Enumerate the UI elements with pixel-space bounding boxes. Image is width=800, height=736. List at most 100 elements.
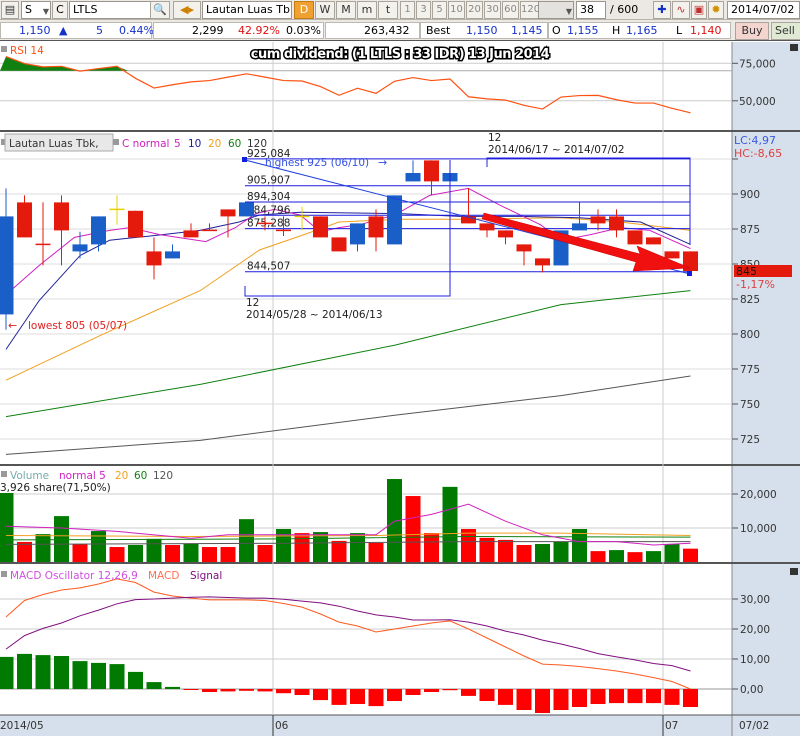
range2-dates: 2014/06/17 ~ 2014/07/02 bbox=[488, 144, 625, 156]
candle-body bbox=[368, 216, 384, 238]
candle-body bbox=[313, 216, 328, 238]
volume-bar bbox=[609, 550, 624, 562]
volume-axis-label: 20,000 bbox=[740, 489, 777, 501]
macd-oscillator-bar bbox=[165, 686, 180, 689]
candle-body bbox=[17, 202, 32, 238]
candle-body bbox=[479, 223, 495, 231]
candle-body bbox=[239, 202, 254, 217]
volume-bar bbox=[128, 545, 143, 562]
rsi-axis-label: 50,000 bbox=[739, 96, 776, 108]
panel-handle-icon[interactable] bbox=[1, 46, 7, 52]
candle-body bbox=[572, 223, 587, 231]
close-panel-icon[interactable] bbox=[790, 568, 798, 575]
dividend-banner: cum dividend: (1 LTLS : 33 IDR) 13 Jun 2… bbox=[251, 47, 550, 62]
price-axis-label: 825 bbox=[740, 294, 760, 306]
macd-oscillator-bar bbox=[646, 689, 661, 704]
price-axis-label: 900 bbox=[740, 189, 760, 201]
macd-oscillator-bar bbox=[405, 689, 421, 695]
volume-bar bbox=[331, 540, 347, 562]
macd-oscillator-bar bbox=[220, 689, 236, 692]
volume-label: Volume bbox=[10, 470, 49, 482]
macd-oscillator-bar bbox=[683, 689, 698, 707]
range2-count: 12 bbox=[488, 132, 501, 144]
volume-bar bbox=[54, 516, 69, 562]
legend-ma5: 5 bbox=[174, 138, 181, 150]
macd-oscillator-bar bbox=[516, 689, 532, 710]
volume-bar bbox=[368, 542, 384, 562]
macd-oscillator-bar bbox=[276, 689, 291, 694]
company-legend: Lautan Luas Tbk, bbox=[9, 138, 99, 150]
panel-handle-icon[interactable] bbox=[113, 139, 119, 145]
date-label-jul: 07 bbox=[665, 720, 678, 732]
macd-oscillator-bar bbox=[17, 653, 32, 689]
volume-bar bbox=[276, 529, 291, 562]
macd-oscillator-bar bbox=[350, 689, 365, 704]
volume-bar bbox=[202, 547, 217, 562]
date-label-jun: 06 bbox=[275, 720, 289, 732]
macd-oscillator-bar bbox=[202, 689, 217, 692]
legend-ma5-type: C normal bbox=[122, 138, 169, 150]
macd-oscillator-bar bbox=[387, 689, 402, 701]
candle-body bbox=[54, 202, 69, 231]
candle-body bbox=[405, 173, 421, 182]
macd-axis-label: 10,00 bbox=[740, 654, 770, 666]
trend-handle-start[interactable] bbox=[242, 157, 247, 162]
range1-count: 12 bbox=[246, 297, 259, 309]
candle-body bbox=[350, 223, 365, 245]
macd-label: MACD bbox=[148, 570, 179, 582]
volume-ma20: 20 bbox=[115, 470, 128, 482]
macd-oscillator-bar bbox=[461, 689, 476, 696]
volume-bar bbox=[0, 492, 14, 562]
volume-bar bbox=[239, 519, 254, 562]
macd-axis-label: 30,00 bbox=[740, 594, 770, 606]
macd-oscillator-bar bbox=[0, 656, 14, 689]
candle-body bbox=[646, 237, 661, 245]
macd-oscillator-bar bbox=[590, 689, 606, 704]
volume-bar bbox=[683, 548, 698, 562]
macd-oscillator-bar bbox=[91, 662, 106, 689]
volume-bar bbox=[498, 539, 513, 562]
volume-bar bbox=[220, 547, 236, 562]
candle-body bbox=[609, 216, 624, 231]
chart-area[interactable]: 75,00050,00090087585082580077575072520,0… bbox=[0, 0, 800, 736]
price-axis-label: 875 bbox=[740, 224, 760, 236]
macd-oscillator-bar bbox=[498, 689, 513, 705]
volume-bar bbox=[405, 496, 421, 562]
volume-ma120: 120 bbox=[153, 470, 173, 482]
candle-body bbox=[331, 237, 347, 252]
volume-bar bbox=[165, 545, 180, 562]
volume-bar bbox=[72, 543, 88, 562]
volume-bar bbox=[257, 545, 273, 562]
volume-ma60: 60 bbox=[134, 470, 147, 482]
price-axis-label: 750 bbox=[740, 399, 760, 411]
candle-body bbox=[424, 160, 439, 182]
candle-body bbox=[183, 230, 199, 238]
macd-legend: MACD Oscillator 12,26,9 MACD Signal bbox=[1, 570, 222, 582]
volume-bar bbox=[627, 552, 643, 562]
volume-bar bbox=[183, 543, 199, 562]
rsi-label: RSI 14 bbox=[10, 45, 44, 57]
volume-bar bbox=[35, 534, 51, 562]
panel-handle-icon[interactable] bbox=[1, 471, 7, 477]
signal-label: Signal bbox=[190, 570, 222, 582]
date-axis-background bbox=[0, 715, 800, 736]
macd-oscillator-bar bbox=[535, 689, 550, 713]
volume-bar bbox=[294, 533, 310, 562]
macd-oscillator-bar bbox=[146, 682, 162, 689]
date-label-last: 07/02 bbox=[739, 720, 769, 732]
candle-body bbox=[91, 216, 106, 245]
macd-oscillator-bar bbox=[183, 689, 199, 690]
macd-oscillator-bar bbox=[331, 689, 347, 705]
volume-bar bbox=[664, 543, 680, 562]
legend-ma20: 20 bbox=[208, 138, 221, 150]
close-panel-icon[interactable] bbox=[790, 44, 798, 51]
macd-oscillator-bar bbox=[257, 689, 273, 692]
panel-handle-icon[interactable] bbox=[1, 571, 7, 577]
price-axis-label: 800 bbox=[740, 329, 760, 341]
macd-oscillator-bar bbox=[368, 689, 384, 707]
trend-handle-end[interactable] bbox=[687, 271, 692, 276]
level-label: 844,507 bbox=[247, 261, 290, 273]
candle-body bbox=[590, 216, 606, 224]
price-axis-label: 775 bbox=[740, 364, 760, 376]
current-change-pct: -1,17% bbox=[736, 278, 775, 291]
